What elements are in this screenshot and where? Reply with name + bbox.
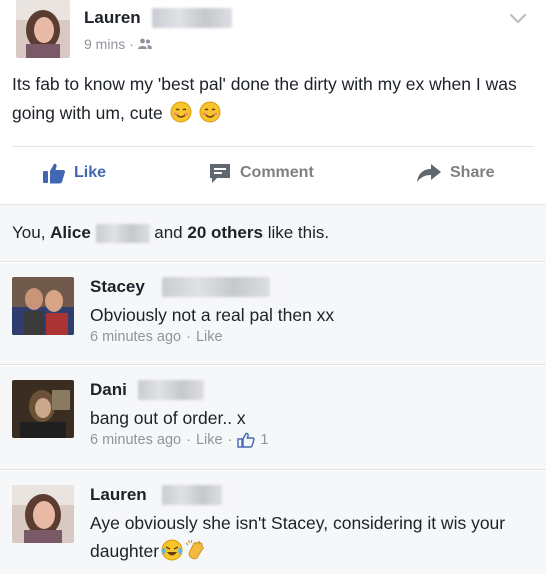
comment-item: Dani bang out of order.. x 6 minutes ago… — [0, 366, 546, 470]
redacted-surname — [162, 277, 270, 297]
comment-text: Aye obviously she isn't Stacey, consider… — [90, 513, 506, 561]
like-label: Like — [74, 164, 107, 181]
like-button[interactable]: Like — [42, 162, 106, 184]
comment-timestamp[interactable]: 6 minutes ago — [90, 329, 181, 345]
meta-separator: · — [186, 432, 191, 448]
share-label: Share — [450, 164, 495, 181]
comment-timestamp[interactable]: 6 minutes ago — [90, 432, 181, 448]
likes-suffix: like this. — [267, 223, 330, 242]
share-arrow-icon — [417, 164, 441, 182]
comment-text: Obviously not a real pal then xx — [90, 305, 335, 325]
commenter-avatar[interactable] — [12, 277, 74, 335]
liker-name[interactable]: Alice — [50, 223, 91, 242]
tears-of-joy-emoji — [161, 539, 183, 561]
meta-separator: · — [186, 329, 191, 345]
comment-like-link[interactable]: Like — [196, 329, 223, 345]
author-avatar[interactable] — [16, 0, 70, 58]
comment-button[interactable]: Comment — [208, 162, 314, 184]
likes-summary-text[interactable]: You, Alice and 20 others like this. — [12, 223, 330, 244]
post-author-name[interactable]: Lauren — [84, 8, 141, 28]
comment-text: bang out of order.. x — [90, 408, 246, 428]
likes-prefix: You, — [12, 223, 46, 242]
blush-emoji — [170, 101, 192, 123]
clapping-hands-emoji — [185, 539, 204, 560]
likes-middle: and — [154, 223, 183, 242]
divider — [12, 146, 534, 147]
thumbs-up-icon — [43, 163, 65, 184]
comment-meta: 6 minutes ago · Like · 1 — [90, 432, 268, 448]
post-meta: 9 mins · — [84, 36, 152, 52]
share-button[interactable]: Share — [416, 162, 494, 184]
commenter-avatar[interactable] — [12, 380, 74, 438]
comment-icon — [210, 164, 230, 183]
redacted-surname — [162, 485, 222, 505]
likes-summary: You, Alice and 20 others like this. — [0, 204, 546, 262]
meta-separator: · — [129, 36, 134, 52]
comment-like-count[interactable]: 1 — [260, 432, 268, 448]
comment-like-link[interactable]: Like — [196, 432, 223, 448]
chevron-down-icon[interactable] — [508, 12, 528, 26]
post-timestamp[interactable]: 9 mins — [84, 36, 125, 52]
comment-item: Stacey Obviously not a real pal then xx … — [0, 263, 546, 365]
commenter-name[interactable]: Stacey — [90, 277, 145, 297]
blush-emoji — [199, 101, 221, 123]
likes-others-link[interactable]: 20 others — [187, 223, 263, 242]
comment-meta: 6 minutes ago · Like — [90, 329, 223, 345]
post-action-bar: Like Comment Share — [0, 150, 546, 200]
commenter-name[interactable]: Dani — [90, 380, 127, 400]
thumbs-up-outline-icon — [237, 432, 256, 448]
comment-body: Aye obviously she isn't Stacey, consider… — [90, 509, 530, 565]
comment-item: Lauren Aye obviously she isn't Stacey, c… — [0, 471, 546, 574]
redacted-surname — [152, 8, 232, 28]
post-text: Its fab to know my 'best pal' done the d… — [12, 74, 517, 123]
comment-label: Comment — [240, 164, 314, 181]
post-header: Lauren 9 mins · — [12, 0, 534, 58]
friends-icon — [137, 38, 152, 49]
commenter-avatar[interactable] — [12, 485, 74, 543]
post-body: Its fab to know my 'best pal' done the d… — [12, 70, 532, 128]
meta-separator: · — [227, 432, 233, 448]
redacted-surname — [95, 224, 150, 244]
facebook-post-card: Lauren 9 mins · Its fab to know my 'best… — [0, 0, 546, 574]
redacted-surname — [138, 380, 204, 400]
commenter-name[interactable]: Lauren — [90, 485, 147, 505]
